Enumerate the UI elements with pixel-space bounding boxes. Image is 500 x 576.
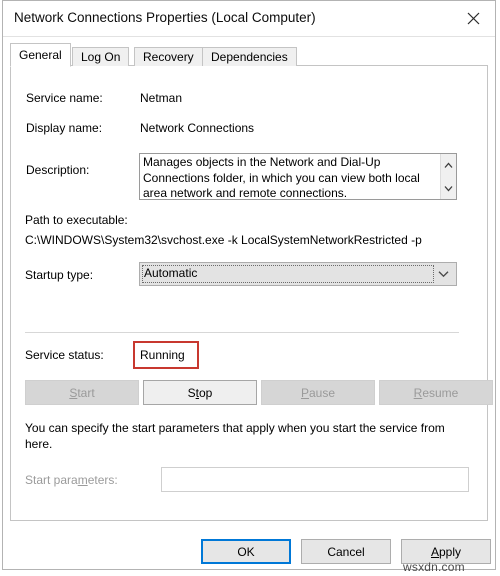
stop-button[interactable]: Stop bbox=[143, 380, 257, 405]
section-divider bbox=[25, 332, 459, 333]
close-icon[interactable] bbox=[451, 1, 495, 36]
pause-button-label: Pause bbox=[300, 385, 336, 400]
service-status-value: Running bbox=[140, 348, 185, 362]
chevron-down-icon[interactable] bbox=[434, 263, 452, 285]
resume-button-label: Resume bbox=[413, 385, 459, 400]
tab-page-general: Service name: Netman Display name: Netwo… bbox=[10, 65, 488, 521]
path-to-executable-label: Path to executable: bbox=[25, 213, 128, 227]
startup-type-value: Automatic bbox=[144, 266, 198, 280]
tab-strip: General Log On Recovery Dependencies bbox=[10, 43, 488, 67]
service-status-label: Service status: bbox=[25, 348, 104, 362]
start-button-label: Start bbox=[69, 385, 95, 400]
description-scrollbar[interactable] bbox=[440, 154, 456, 199]
tab-log-on[interactable]: Log On bbox=[72, 47, 130, 66]
description-label: Description: bbox=[26, 163, 90, 177]
pause-button[interactable]: Pause bbox=[261, 380, 375, 405]
service-name-label: Service name: bbox=[26, 91, 103, 105]
display-name-value: Network Connections bbox=[140, 121, 255, 135]
description-value: Manages objects in the Network and Dial-… bbox=[143, 155, 420, 200]
title-bar: Network Connections Properties (Local Co… bbox=[3, 1, 495, 37]
start-button[interactable]: Start bbox=[25, 380, 139, 405]
service-name-value: Netman bbox=[140, 91, 183, 105]
cancel-button[interactable]: Cancel bbox=[301, 539, 391, 564]
path-to-executable-value: C:\WINDOWS\System32\svchost.exe -k Local… bbox=[25, 233, 422, 247]
service-properties-dialog: Network Connections Properties (Local Co… bbox=[2, 0, 496, 570]
window-title: Network Connections Properties (Local Co… bbox=[14, 10, 316, 25]
display-name-label: Display name: bbox=[26, 121, 103, 135]
description-textbox[interactable]: Manages objects in the Network and Dial-… bbox=[139, 153, 457, 200]
site-watermark: wsxdn.com bbox=[403, 560, 465, 574]
chevron-up-icon[interactable] bbox=[441, 154, 456, 176]
start-parameters-help-text: You can specify the start parameters tha… bbox=[25, 421, 445, 451]
stop-button-label: Stop bbox=[187, 385, 213, 400]
startup-type-label: Startup type: bbox=[25, 268, 94, 282]
resume-button[interactable]: Resume bbox=[379, 380, 493, 405]
start-parameters-input[interactable] bbox=[161, 467, 469, 492]
tab-recovery[interactable]: Recovery bbox=[134, 47, 203, 66]
ok-button[interactable]: OK bbox=[201, 539, 291, 564]
start-parameters-label: Start parameters: bbox=[25, 473, 118, 487]
startup-type-dropdown[interactable]: Automatic bbox=[139, 262, 457, 286]
tab-dependencies[interactable]: Dependencies bbox=[202, 47, 297, 66]
chevron-down-icon[interactable] bbox=[441, 177, 456, 199]
apply-button-label: Apply bbox=[430, 544, 462, 559]
tab-general[interactable]: General bbox=[10, 43, 71, 67]
